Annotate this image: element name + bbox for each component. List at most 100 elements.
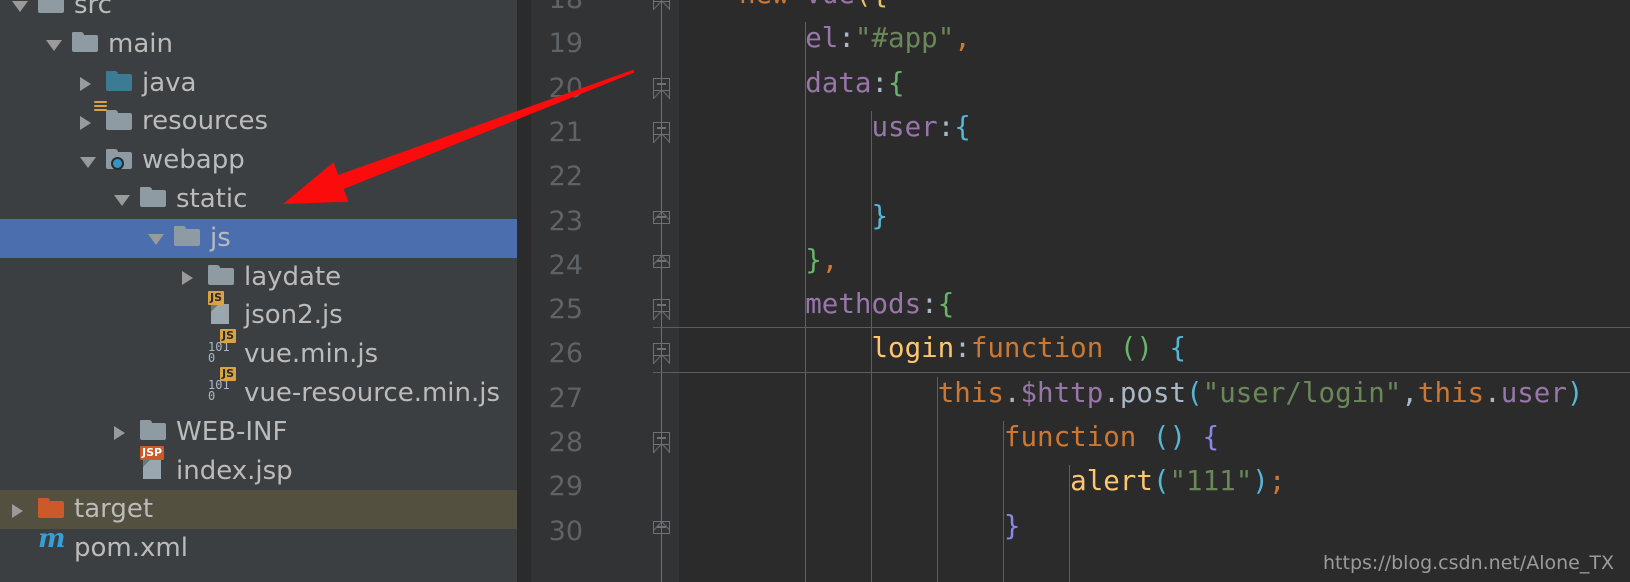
- project-tree[interactable]: src main java resources webapp static js laydat…: [0, 0, 517, 582]
- code-token: {: [937, 288, 955, 321]
- code-line[interactable]: methods:{: [739, 288, 954, 320]
- code-line[interactable]: }: [739, 200, 888, 232]
- jsp-file-icon: JSP: [140, 445, 166, 483]
- tree-row-vue-min-js[interactable]: 101 0 JS vue.min.js: [0, 328, 517, 374]
- indent-guide: [937, 376, 939, 582]
- tree-row-label: json2.js: [244, 300, 343, 331]
- code-token: ,: [954, 22, 971, 55]
- tree-row-java[interactable]: java: [0, 64, 517, 103]
- code-line[interactable]: },: [739, 244, 838, 276]
- code-token: :: [937, 110, 955, 143]
- code-token: post: [1119, 376, 1187, 409]
- line-number: 22: [548, 161, 583, 193]
- code-token: this: [937, 376, 1004, 409]
- code-line[interactable]: data:{: [739, 66, 905, 99]
- code-line[interactable]: user:{: [739, 110, 970, 143]
- fold-collapse-icon[interactable]: [653, 343, 672, 365]
- tree-row-target[interactable]: target: [0, 490, 517, 530]
- fold-collapse-icon[interactable]: [653, 432, 672, 454]
- folder-icon: [38, 0, 64, 17]
- chevron-right-icon[interactable]: [114, 426, 125, 441]
- code-token: new: [739, 0, 805, 10]
- tree-row-resources[interactable]: resources: [0, 100, 517, 141]
- tree-row-label: resources: [142, 106, 269, 137]
- fold-collapse-icon[interactable]: [653, 0, 672, 11]
- line-number: 20: [548, 72, 583, 104]
- tree-row-label: static: [176, 184, 248, 214]
- caret-row-separator: [679, 371, 1630, 373]
- code-token: {: [871, 0, 888, 10]
- line-number: 30: [548, 515, 583, 547]
- fold-collapse-icon[interactable]: [653, 121, 672, 144]
- tree-row-index-jsp[interactable]: JSP index.jsp: [0, 445, 517, 491]
- code-line[interactable]: }: [739, 510, 1021, 542]
- tree-row-label: WEB-INF: [176, 416, 288, 447]
- indent-guide: [1003, 421, 1005, 582]
- tree-row-json2-js[interactable]: JS json2.js: [0, 290, 517, 335]
- code-line[interactable]: el:"#app",: [739, 22, 971, 54]
- line-number: 24: [548, 249, 583, 281]
- tree-row-pom-xml[interactable]: m pom.xml: [0, 524, 517, 568]
- chevron-right-icon[interactable]: [80, 115, 91, 130]
- code-token: user: [1500, 376, 1567, 409]
- fold-collapse-icon[interactable]: [653, 299, 672, 321]
- editor-gutter[interactable]: 18192021222324252627282930: [531, 0, 679, 582]
- fold-expand-icon[interactable]: [653, 254, 672, 277]
- caret-row-separator: [653, 371, 679, 373]
- tree-row-label: webapp: [142, 145, 245, 176]
- tree-row-label: js: [210, 222, 231, 253]
- code-line[interactable]: new Vue({: [739, 0, 888, 10]
- tree-row-label: vue-resource.min.js: [244, 378, 501, 408]
- tree-row-webapp[interactable]: webapp: [0, 141, 517, 180]
- code-token: ,: [1401, 376, 1418, 409]
- code-token: (: [1152, 465, 1170, 498]
- indent-guide: [871, 110, 873, 582]
- chevron-right-icon[interactable]: [12, 503, 23, 518]
- code-token: el: [805, 22, 839, 55]
- chevron-down-icon[interactable]: [80, 156, 96, 168]
- chevron-right-icon[interactable]: [80, 76, 91, 91]
- tree-row-label: main: [108, 28, 173, 59]
- code-token: {: [1202, 421, 1220, 453]
- code-line[interactable]: alert("111");: [739, 465, 1285, 497]
- watermark-url: https://blog.csdn.net/Alone_TX: [1323, 552, 1614, 574]
- code-token: (): [1152, 421, 1187, 453]
- tree-row-js[interactable]: js: [0, 218, 517, 258]
- chevron-down-icon[interactable]: [12, 1, 28, 13]
- tree-row-static[interactable]: static: [0, 180, 517, 219]
- chevron-down-icon[interactable]: [148, 234, 164, 246]
- editor-panel[interactable]: 18192021222324252627282930 new Vue({ el:…: [517, 0, 1630, 582]
- tree-row-laydate[interactable]: laydate: [0, 258, 517, 297]
- code-line[interactable]: function () {: [739, 421, 1219, 453]
- chevron-down-icon[interactable]: [114, 195, 130, 207]
- tree-row-main[interactable]: main: [0, 25, 517, 64]
- code-token: {: [888, 66, 905, 99]
- tree-row-web-inf[interactable]: WEB-INF: [0, 413, 517, 452]
- code-token: .: [1484, 376, 1501, 409]
- chevron-right-icon[interactable]: [182, 270, 193, 285]
- tree-row-src[interactable]: src: [0, 0, 517, 25]
- code-token: :: [871, 66, 889, 99]
- folder-icon: [174, 226, 200, 250]
- code-token: }: [805, 243, 822, 276]
- fold-expand-icon[interactable]: [653, 520, 672, 543]
- folder-icon: [140, 420, 166, 444]
- code-token: ): [1566, 376, 1584, 409]
- fold-collapse-icon[interactable]: [653, 77, 672, 100]
- code-token: ): [1252, 465, 1269, 498]
- code-line[interactable]: this.$http.post("user/login",this.user): [739, 376, 1584, 409]
- fold-expand-icon[interactable]: [653, 210, 672, 233]
- line-number: 21: [548, 116, 583, 148]
- tree-row-vue-resource-min-js[interactable]: 101 0 JS vue-resource.min.js: [0, 367, 517, 413]
- tree-row-label: pom.xml: [74, 533, 188, 564]
- code-token: "111": [1169, 465, 1253, 498]
- line-number: 18: [523, 0, 583, 15]
- chevron-down-icon[interactable]: [46, 40, 62, 52]
- editor-code-area[interactable]: new Vue({ el:"#app", data:{ user:{ } }, …: [679, 0, 1630, 582]
- tree-row-label: target: [74, 494, 154, 525]
- code-token: function: [1003, 421, 1153, 453]
